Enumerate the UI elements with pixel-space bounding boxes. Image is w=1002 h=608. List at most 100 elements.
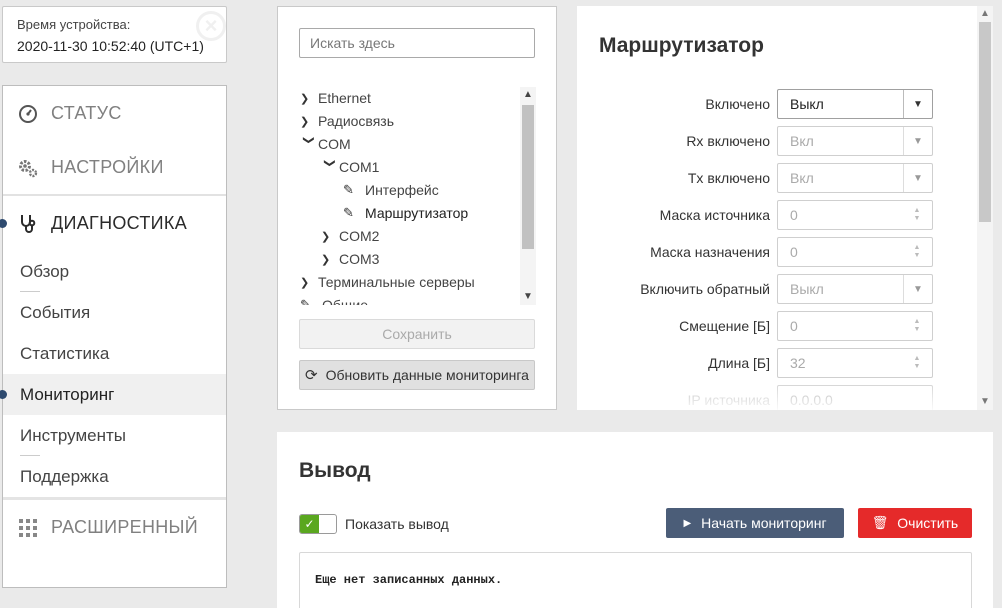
spinner-icon[interactable]: ▲ ▼	[912, 355, 922, 371]
select-field[interactable]: Выкл ▼	[777, 274, 933, 304]
form-row: Tx включено Вкл ▼	[577, 163, 933, 193]
nav-diagnostics[interactable]: ДИАГНОСТИКА	[0, 196, 226, 251]
scroll-up-icon[interactable]: ▲	[520, 87, 536, 103]
scroll-up-icon[interactable]: ▲	[977, 6, 993, 22]
clear-label: Очистить	[897, 515, 959, 531]
config-tree-panel: ▲ ▼ ❯Ethernet❯Радиосвязь❯COM❯COM1✎Интерф…	[277, 6, 557, 410]
scroll-down-icon[interactable]: ▼	[520, 289, 536, 305]
chevron-down-icon[interactable]: ▼	[903, 90, 932, 118]
tree-item-label: COM3	[339, 251, 380, 267]
router-scrollbar[interactable]: ▲ ▼	[977, 6, 993, 410]
tree-item-label: COM	[318, 136, 351, 152]
form-row: Включить обратный Выкл ▼	[577, 274, 933, 304]
show-output-label: Показать вывод	[345, 516, 449, 532]
chevron-down-icon[interactable]: ▼	[903, 127, 932, 155]
subnav-item[interactable]: Статистика	[3, 333, 226, 374]
chevron-down-icon[interactable]: ▼	[903, 275, 932, 303]
pencil-icon[interactable]: ✎	[343, 182, 365, 198]
spinner-icon[interactable]: ▲ ▼	[912, 318, 922, 334]
scroll-fade	[577, 380, 977, 410]
gears-icon	[17, 157, 39, 179]
tree-item-label: Терминальные серверы	[318, 274, 475, 290]
field-value: Вкл	[790, 170, 814, 186]
form-row: Смещение [Б] 0 ▲ ▼	[577, 311, 933, 341]
tree-item[interactable]: ✎ Маршрутизатор	[343, 202, 468, 224]
subnav-item-label: Статистика	[20, 343, 110, 363]
tree-item[interactable]: ❯ COM	[300, 133, 351, 155]
chevron-right-icon[interactable]: ❯	[321, 230, 339, 243]
subnav-item[interactable]: События	[3, 292, 226, 333]
tree-item[interactable]: ❯ COM2	[321, 225, 379, 247]
chevron-down-icon[interactable]: ❯	[303, 135, 316, 153]
select-field[interactable]: Вкл ▼	[777, 126, 933, 156]
tree-item[interactable]: ❯ Радиосвязь	[300, 110, 394, 132]
number-field[interactable]: 0 ▲ ▼	[777, 200, 933, 230]
tree-item-label: Маршрутизатор	[365, 205, 469, 221]
subnav-item[interactable]: Мониторинг	[0, 374, 226, 415]
subnav-item[interactable]: Поддержка	[3, 456, 226, 497]
subnav-item[interactable]: Инструменты	[3, 415, 226, 456]
play-icon: ▶	[683, 517, 692, 529]
number-field[interactable]: 0 ▲ ▼	[777, 311, 933, 341]
tree-item-label: COM1	[339, 159, 380, 175]
device-time-label: Время устройства:	[17, 17, 131, 32]
clear-button[interactable]: 🗑 Очистить	[858, 508, 972, 538]
save-button[interactable]: Сохранить	[299, 319, 535, 349]
form-row: Длина [Б] 32 ▲ ▼	[577, 348, 933, 378]
refresh-monitoring-button[interactable]: ⟳ Обновить данные мониторинга	[299, 360, 535, 390]
tree-item[interactable]: ✎ Интерфейс	[343, 179, 439, 201]
scroll-thumb[interactable]	[522, 105, 534, 249]
pencil-icon[interactable]: ✎	[300, 297, 322, 305]
close-icon: ×	[196, 11, 226, 41]
check-icon: ✓	[300, 515, 319, 533]
chevron-down-icon[interactable]: ▼	[903, 164, 932, 192]
nav-status-label: СТАТУС	[51, 103, 122, 123]
select-field[interactable]: Вкл ▼	[777, 163, 933, 193]
number-field[interactable]: 32 ▲ ▼	[777, 348, 933, 378]
nav-settings-label: НАСТРОЙКИ	[51, 157, 164, 177]
tree-item[interactable]: ❯ COM1	[321, 156, 380, 178]
nav-advanced-label: РАСШИРЕННЫЙ	[51, 517, 199, 537]
refresh-icon: ⟳	[305, 367, 318, 384]
scroll-thumb[interactable]	[979, 22, 991, 222]
tree-scrollbar[interactable]: ▲ ▼	[520, 87, 536, 305]
form-row: Маска источника 0 ▲ ▼	[577, 200, 933, 230]
subnav-item-label: Мониторинг	[20, 384, 115, 404]
field-value: 0	[790, 244, 798, 260]
device-time-panel: Время устройства: 2020-11-30 10:52:40 (U…	[2, 6, 227, 63]
form-row: Маска назначения 0 ▲ ▼	[577, 237, 933, 267]
output-console: Еще нет записанных данных.	[299, 552, 972, 608]
spinner-icon[interactable]: ▲ ▼	[912, 207, 922, 223]
scroll-down-icon[interactable]: ▼	[977, 394, 993, 410]
tree-item[interactable]: ✎ Общие	[300, 294, 368, 305]
subnav-item-label: Инструменты	[20, 425, 127, 445]
chevron-right-icon[interactable]: ❯	[321, 253, 339, 266]
chevron-right-icon[interactable]: ❯	[300, 92, 318, 105]
chevron-down-icon[interactable]: ❯	[324, 158, 337, 176]
tree-item[interactable]: ❯ Терминальные серверы	[300, 271, 475, 293]
show-output-toggle[interactable]: ✓	[299, 514, 337, 534]
form-row: Включено Выкл ▼	[577, 89, 933, 119]
select-field[interactable]: Выкл ▼	[777, 89, 933, 119]
device-time-value: 2020-11-30 10:52:40 (UTC+1)	[17, 38, 204, 54]
field-value: Выкл	[790, 281, 824, 297]
nav-advanced[interactable]: РАСШИРЕННЫЙ	[3, 500, 226, 555]
search-input[interactable]	[299, 28, 535, 58]
spinner-icon[interactable]: ▲ ▼	[912, 244, 922, 260]
output-panel: Вывод ✓ Показать вывод ▶ Начать монитори…	[277, 432, 993, 608]
number-field[interactable]: 0 ▲ ▼	[777, 237, 933, 267]
gauge-icon	[17, 103, 39, 125]
refresh-monitoring-label: Обновить данные мониторинга	[325, 367, 529, 383]
start-monitoring-button[interactable]: ▶ Начать мониторинг	[666, 508, 844, 538]
chevron-right-icon[interactable]: ❯	[300, 115, 318, 128]
nav-status[interactable]: СТАТУС	[3, 86, 226, 141]
chevron-right-icon[interactable]: ❯	[300, 276, 318, 289]
subnav-item[interactable]: Обзор	[3, 251, 226, 292]
tree-item[interactable]: ❯ Ethernet	[300, 87, 371, 109]
tree-item[interactable]: ❯ COM3	[321, 248, 379, 270]
start-monitoring-label: Начать мониторинг	[701, 515, 827, 531]
form-row: Rx включено Вкл ▼	[577, 126, 933, 156]
tree-item-label: COM2	[339, 228, 380, 244]
nav-settings[interactable]: НАСТРОЙКИ	[3, 141, 226, 196]
pencil-icon[interactable]: ✎	[343, 205, 365, 221]
